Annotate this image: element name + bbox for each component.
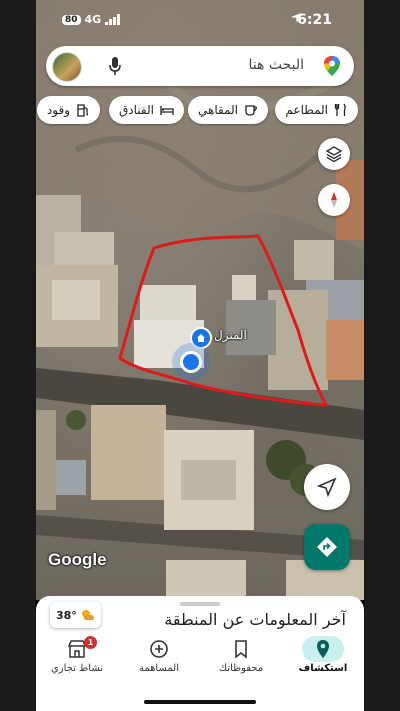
chip-restaurants[interactable]: المطاعم [275,96,358,124]
status-bar: 80 4G 6:21 [36,8,364,34]
sheet-drag-handle[interactable] [180,602,220,606]
chip-label: الفنادق [119,103,154,117]
search-bar[interactable]: البحث هنا [46,46,354,86]
home-icon [197,334,205,342]
google-maps-icon [324,56,340,76]
microphone-icon[interactable] [108,56,122,76]
nav-label: محفوظاتك [218,663,264,674]
google-attribution: Google [48,550,107,569]
place-label[interactable]: المنزل [214,328,247,342]
weather-chip[interactable]: 38° [50,602,101,628]
bookmark-icon [235,640,247,659]
home-place-marker[interactable] [190,327,212,349]
avatar[interactable] [52,52,82,82]
nav-label: نشاط تجاري [50,663,104,674]
current-location-dot [180,351,202,373]
chip-hotels[interactable]: الفنادق [109,96,184,124]
location-pin-icon [317,640,329,658]
fuel-icon [77,104,89,117]
category-chips: المطاعم المقاهي الفنادق وقود [36,96,364,124]
clock: 6:21 [297,12,332,28]
navigation-arrow-icon [317,477,337,497]
compass-icon [331,192,337,208]
chip-cafes[interactable]: المقاهي [188,96,268,124]
layers-icon [325,146,343,163]
bottom-sheet[interactable]: 38° آخر المعلومات عن المنطقة استكشاف محف… [36,596,364,711]
nav-contribute[interactable]: المساهمة [118,634,200,684]
bottom-nav: استكشاف محفوظاتك المساهمة 1 نشاط تجاري [36,634,364,684]
compass-button[interactable] [318,184,350,216]
nav-label: استكشاف [298,663,348,674]
fork-knife-icon [334,103,346,116]
my-location-button[interactable] [304,464,350,510]
home-indicator[interactable] [144,700,256,704]
chip-label: المطاعم [285,103,328,117]
status-badge: 80 [62,14,81,25]
notification-badge: 1 [84,636,97,649]
satellite-map[interactable]: المنزل Google [36,0,364,600]
coffee-icon [245,105,257,116]
add-circle-icon [150,640,168,658]
search-input[interactable]: البحث هنا [249,57,305,73]
nav-label: المساهمة [139,663,179,674]
layers-button[interactable] [318,138,350,170]
network-label: 4G [84,13,102,26]
nav-saved[interactable]: محفوظاتك [200,634,282,684]
sheet-title: آخر المعلومات عن المنطقة [164,610,346,629]
chip-label: وقود [46,103,70,117]
partly-cloudy-icon [81,610,94,620]
bed-icon [160,106,174,115]
signal-icon [105,14,121,25]
nav-business[interactable]: 1 نشاط تجاري [36,634,118,684]
chip-fuel[interactable]: وقود [36,96,100,124]
map-imagery [36,0,364,600]
phone-screen: المنزل Google 80 4G 6:21 البحث هنا المطا… [36,0,364,711]
directions-icon [317,537,337,557]
directions-button[interactable] [304,524,350,570]
weather-temp: 38° [56,608,77,622]
nav-explore[interactable]: استكشاف [282,634,364,684]
chip-label: المقاهي [198,103,238,117]
status-left: 80 4G [62,13,121,26]
